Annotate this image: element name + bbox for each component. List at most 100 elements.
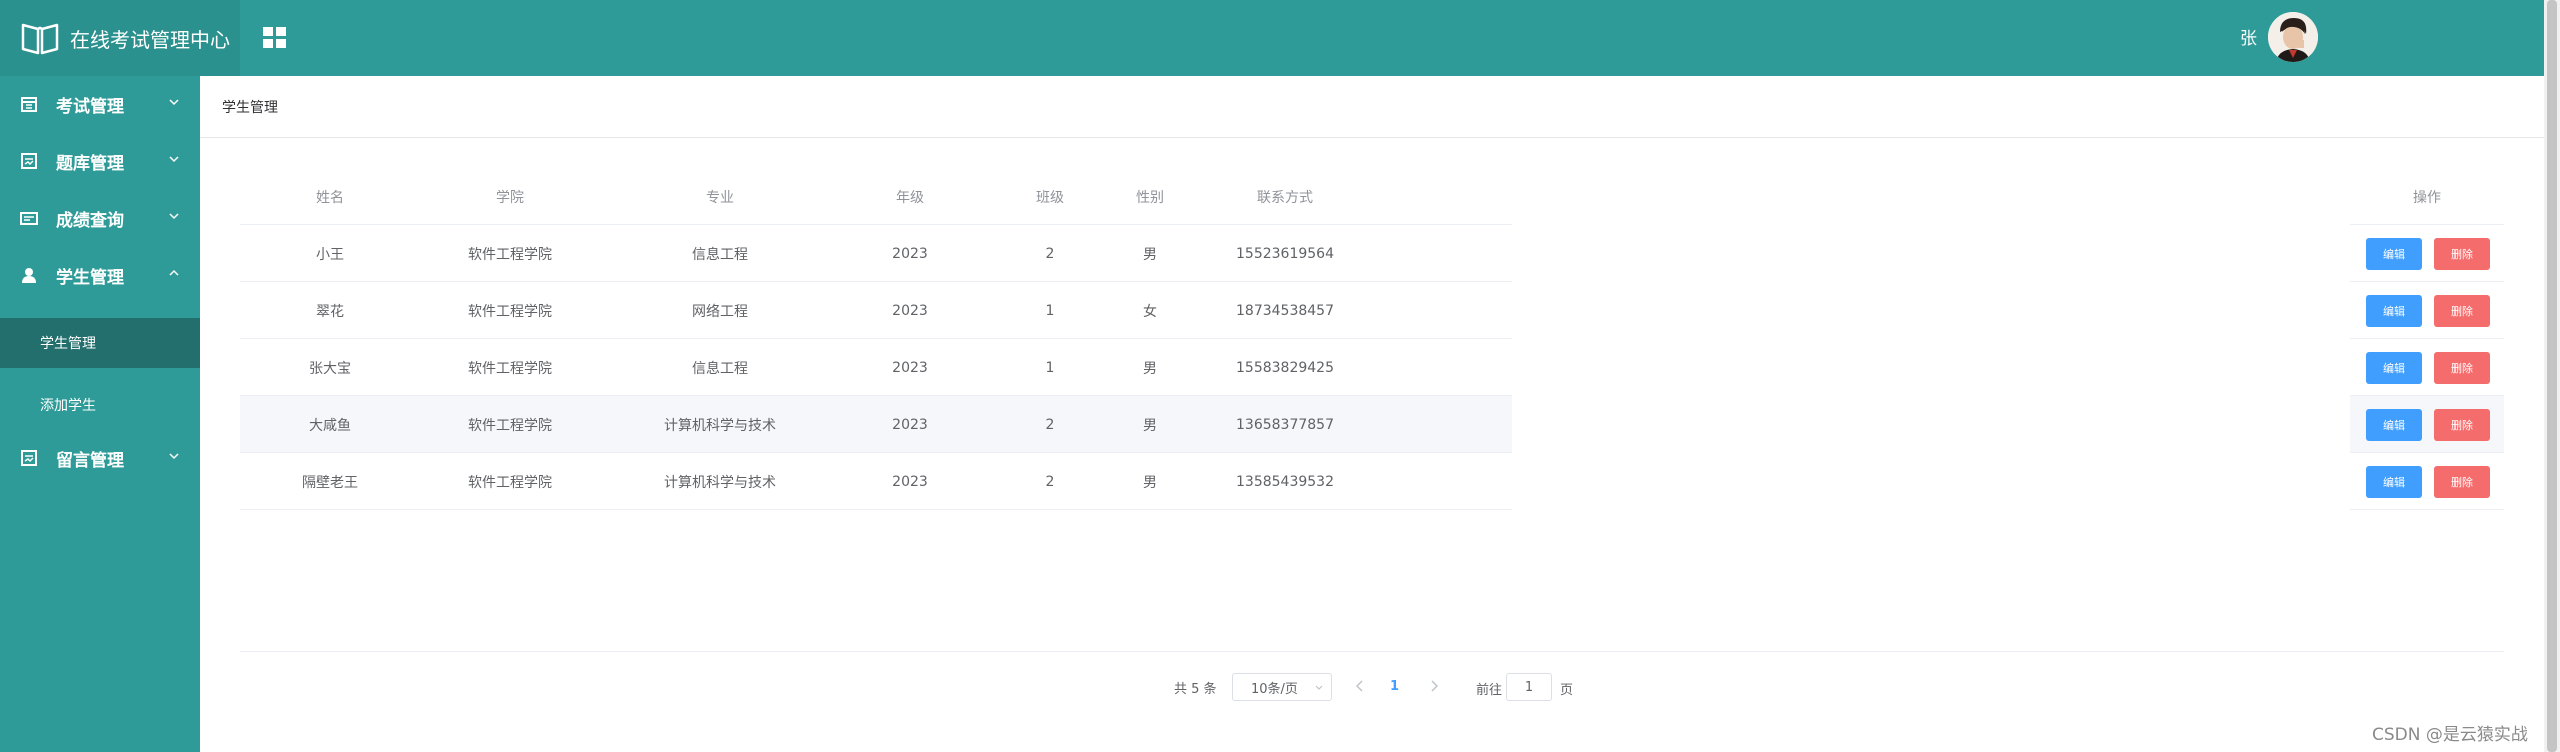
delete-button[interactable]: 删除 xyxy=(2434,295,2490,327)
cell-name: 小王 xyxy=(316,246,344,263)
cell-major: 计算机科学与技术 xyxy=(664,417,776,434)
cell-gender: 男 xyxy=(1143,246,1157,263)
table-row[interactable]: 隔壁老王 软件工程学院 计算机科学与技术 2023 2 男 1358543953… xyxy=(240,453,2504,510)
cell-gender: 男 xyxy=(1143,474,1157,491)
chevron-down-icon xyxy=(1315,685,1323,690)
avatar[interactable] xyxy=(2268,12,2318,62)
sidebar-item-label: 成绩查询 xyxy=(56,210,124,231)
sidebar-subitem-student-management[interactable]: 学生管理 xyxy=(0,318,200,368)
column-header-actions: 操作 xyxy=(2413,189,2441,206)
pagination-total: 共 5 条 xyxy=(1174,682,1217,697)
sidebar-item-question-bank[interactable]: 题库管理 xyxy=(0,133,200,189)
user-name[interactable]: 张 xyxy=(2240,24,2257,49)
cell-college: 软件工程学院 xyxy=(468,303,552,320)
goto-label: 前往 xyxy=(1476,683,1503,698)
table-header-row: 姓名 学院 专业 年级 班级 性别 联系方式 操作 xyxy=(240,168,2504,225)
cell-grade: 2023 xyxy=(892,473,928,490)
cell-name: 大咸鱼 xyxy=(309,417,351,434)
sidebar-subitem-label: 添加学生 xyxy=(40,398,96,414)
page-size-select[interactable]: 10条/页 xyxy=(1232,673,1332,701)
edit-button[interactable]: 编辑 xyxy=(2366,238,2422,270)
cell-gender: 女 xyxy=(1143,303,1157,320)
cell-phone: 15583829425 xyxy=(1236,359,1334,376)
table-row[interactable]: 小王 软件工程学院 信息工程 2023 2 男 15523619564 编辑 删… xyxy=(240,225,2504,282)
chevron-right-icon[interactable] xyxy=(1424,676,1444,696)
chevron-down-icon xyxy=(169,99,179,106)
edit-button[interactable]: 编辑 xyxy=(2366,295,2422,327)
cell-class: 1 xyxy=(1045,302,1055,319)
cell-grade: 2023 xyxy=(892,359,928,376)
cell-gender: 男 xyxy=(1143,360,1157,377)
page-number-current[interactable]: 1 xyxy=(1390,679,1399,694)
cell-class: 2 xyxy=(1045,416,1055,433)
table-row[interactable]: 翠花 软件工程学院 网络工程 2023 1 女 18734538457 编辑 删… xyxy=(240,282,2504,339)
main-content: 学生管理 姓名 学院 专业 年级 班级 性别 联系方式 操作 小王 软件工程学院… xyxy=(200,76,2544,752)
edit-button[interactable]: 编辑 xyxy=(2366,352,2422,384)
sidebar-item-score-query[interactable]: 成绩查询 xyxy=(0,190,200,246)
cell-grade: 2023 xyxy=(892,245,928,262)
column-header-phone: 联系方式 xyxy=(1257,189,1313,206)
sidebar-item-label: 题库管理 xyxy=(56,153,124,174)
chevron-up-icon xyxy=(169,269,179,276)
user-icon xyxy=(22,268,36,283)
pagination-divider xyxy=(240,651,2504,652)
sidebar-item-exam-management[interactable]: 考试管理 xyxy=(0,76,200,132)
delete-button[interactable]: 删除 xyxy=(2434,238,2490,270)
delete-button[interactable]: 删除 xyxy=(2434,409,2490,441)
chevron-left-icon[interactable] xyxy=(1350,676,1370,696)
goto-page-input[interactable] xyxy=(1506,673,1552,701)
cell-college: 软件工程学院 xyxy=(468,360,552,377)
cell-name: 张大宝 xyxy=(309,360,351,377)
cell-phone: 13658377857 xyxy=(1236,416,1334,433)
delete-button[interactable]: 删除 xyxy=(2434,466,2490,498)
cell-name: 隔壁老王 xyxy=(302,474,358,491)
column-header-class: 班级 xyxy=(1036,189,1064,206)
edit-button[interactable]: 编辑 xyxy=(2366,466,2422,498)
sidebar-item-label: 留言管理 xyxy=(56,450,124,471)
cell-grade: 2023 xyxy=(892,302,928,319)
sidebar-item-label: 学生管理 xyxy=(56,267,124,288)
chevron-down-icon xyxy=(169,156,179,163)
edit-button[interactable]: 编辑 xyxy=(2366,409,2422,441)
app-title: 在线考试管理中心 xyxy=(70,27,230,52)
cell-major: 信息工程 xyxy=(692,246,748,263)
document-icon xyxy=(21,153,37,169)
column-header-grade: 年级 xyxy=(896,189,924,206)
grid-icon[interactable] xyxy=(262,26,288,50)
brand[interactable]: 在线考试管理中心 xyxy=(0,0,240,76)
cell-major: 信息工程 xyxy=(692,360,748,377)
note-icon xyxy=(21,450,37,466)
cell-college: 软件工程学院 xyxy=(468,417,552,434)
table-row[interactable]: 大咸鱼 软件工程学院 计算机科学与技术 2023 2 男 13658377857… xyxy=(240,396,2504,453)
breadcrumb: 学生管理 xyxy=(200,76,2544,138)
book-icon xyxy=(21,23,59,55)
table-row[interactable]: 张大宝 软件工程学院 信息工程 2023 1 男 15583829425 编辑 … xyxy=(240,339,2504,396)
cell-class: 1 xyxy=(1045,359,1055,376)
cell-gender: 男 xyxy=(1143,417,1157,434)
cell-major: 计算机科学与技术 xyxy=(664,474,776,491)
top-bar: 在线考试管理中心 张 xyxy=(0,0,2544,76)
sidebar-item-student-management[interactable]: 学生管理 xyxy=(0,247,200,303)
chevron-down-icon xyxy=(169,213,179,220)
cell-class: 2 xyxy=(1045,473,1055,490)
card-icon xyxy=(20,212,38,225)
column-header-major: 专业 xyxy=(706,189,734,206)
cell-phone: 15523619564 xyxy=(1236,245,1334,262)
cell-class: 2 xyxy=(1045,245,1055,262)
cell-college: 软件工程学院 xyxy=(468,474,552,491)
cell-college: 软件工程学院 xyxy=(468,246,552,263)
sidebar-subitem-add-student[interactable]: 添加学生 xyxy=(0,380,200,430)
delete-button[interactable]: 删除 xyxy=(2434,352,2490,384)
cell-major: 网络工程 xyxy=(692,303,748,320)
cell-grade: 2023 xyxy=(892,416,928,433)
page-size-value: 10条/页 xyxy=(1251,681,1298,697)
scrollbar-thumb[interactable] xyxy=(2547,0,2557,752)
chevron-down-icon xyxy=(169,453,179,460)
page-suffix: 页 xyxy=(1560,683,1574,698)
column-header-college: 学院 xyxy=(496,189,524,206)
sidebar-item-message-management[interactable]: 留言管理 xyxy=(0,430,200,486)
cell-name: 翠花 xyxy=(316,303,344,320)
sidebar: 考试管理 题库管理 成绩查询 学生管理 学生管理 添加学生 留言管理 xyxy=(0,76,200,752)
cell-phone: 13585439532 xyxy=(1236,473,1334,490)
breadcrumb-item[interactable]: 学生管理 xyxy=(222,97,278,117)
